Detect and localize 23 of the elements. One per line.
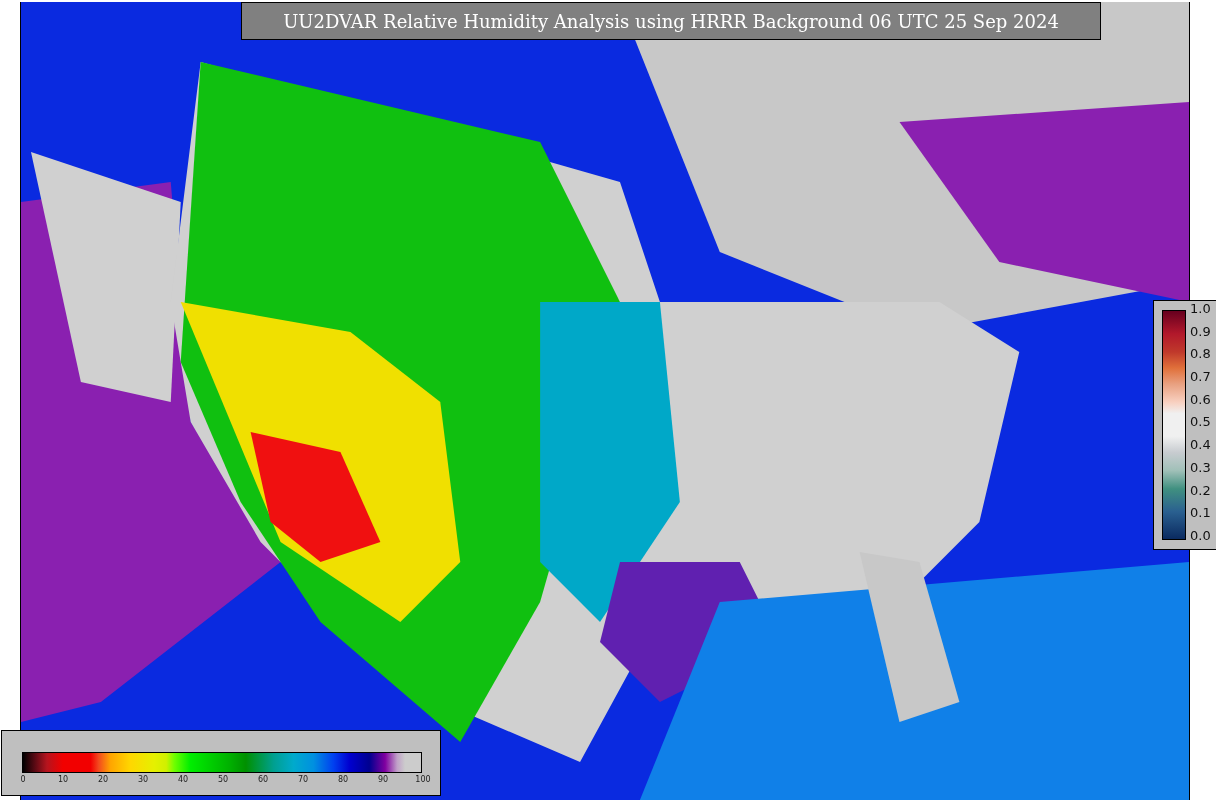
tick-label: 0 [20,776,26,784]
tick-label: 0.9 [1190,324,1211,338]
tick-label: 10 [57,776,69,784]
tick-label: 0.3 [1190,460,1211,474]
tick-label: 0.0 [1190,528,1211,542]
tick-label: 0.2 [1190,483,1211,497]
tick-label: 80 [337,776,349,784]
tick-label: 60 [257,776,269,784]
tick-label: 0.5 [1190,415,1211,429]
tick-label: 90 [377,776,389,784]
tick-label: 50 [217,776,229,784]
tick-label: 0.1 [1190,506,1211,520]
tick-label: 0.8 [1190,347,1211,361]
tick-label: 20 [97,776,109,784]
tick-label: 0.4 [1190,438,1211,452]
map-title: UU2DVAR Relative Humidity Analysis using HRRR Background 06 UTC 25 Sep 2024 [241,2,1101,40]
tick-label: 0.6 [1190,392,1211,406]
tick-label: 100 [415,776,431,784]
tick-label: 70 [297,776,309,784]
tick-label: 40 [177,776,189,784]
tick-label: 0.7 [1190,370,1211,384]
tick-label: 1.0 [1190,302,1211,315]
tick-label: 30 [137,776,149,784]
